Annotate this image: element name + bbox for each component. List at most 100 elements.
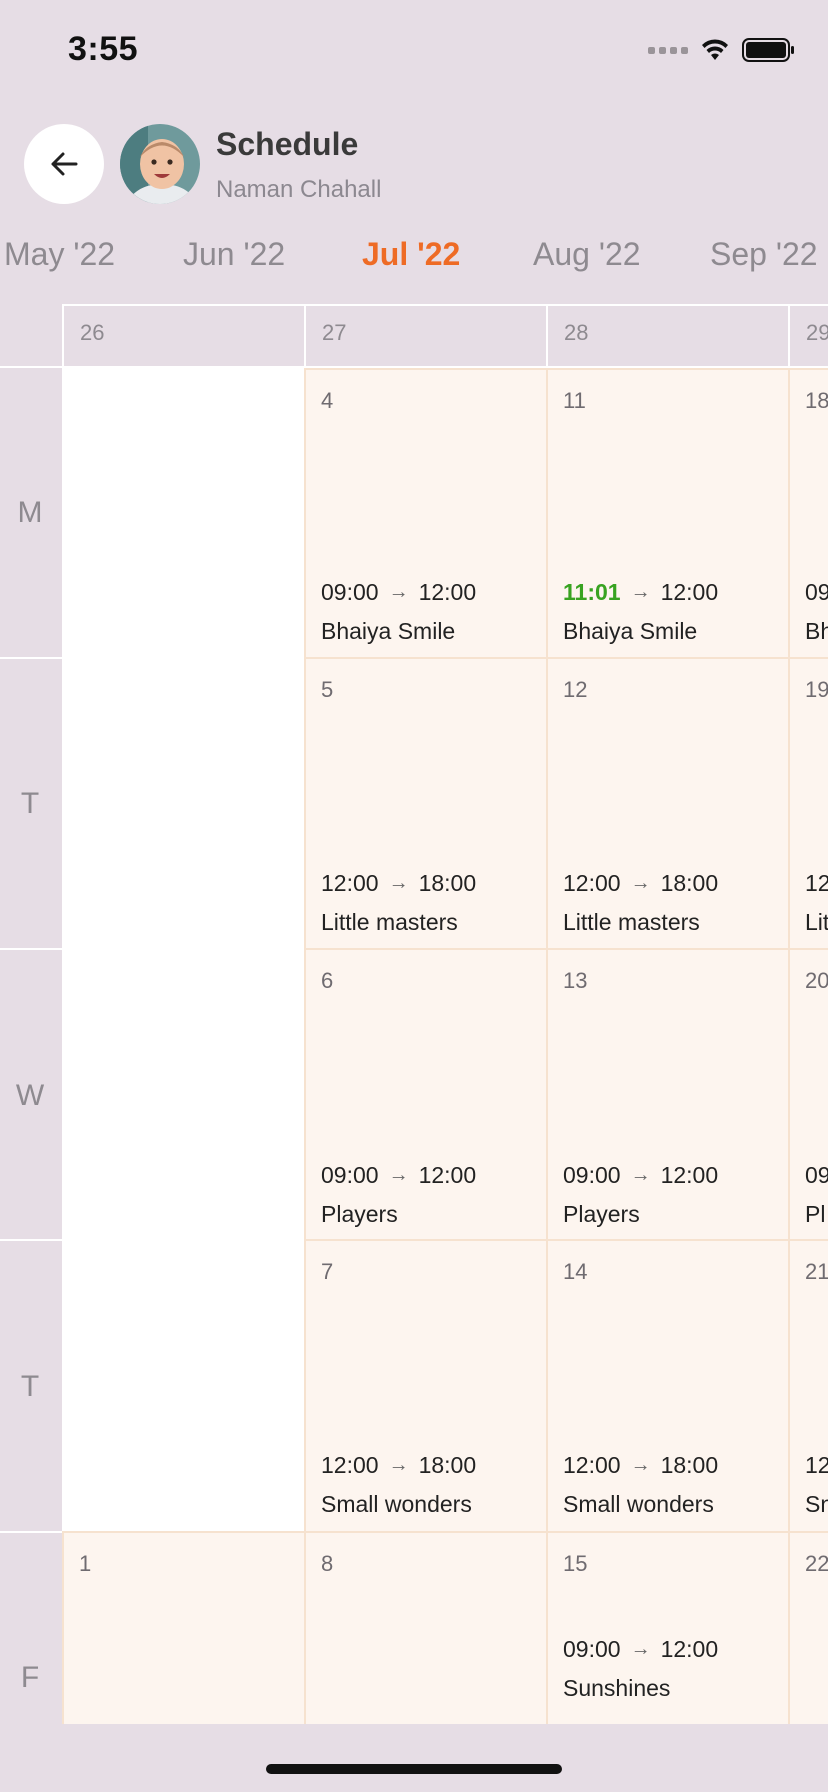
week-label-27: 27 (322, 320, 347, 345)
day-label-thursday: T (20, 1370, 40, 1403)
date-number: 6 (321, 968, 334, 993)
day-cell[interactable]: 15 09:00 → 12:00 Sunshines (546, 1531, 788, 1724)
event[interactable]: 12 Lit (805, 867, 828, 938)
date-number: 12 (563, 677, 588, 702)
event-start: 12:00 (321, 869, 379, 896)
event-start: 12:00 (563, 869, 621, 896)
event-start: 11:01 (563, 578, 621, 605)
tab-month-sep[interactable]: Sep '22 (710, 236, 818, 273)
schedule-screen: 3:55 Schedule Naman Chahall May '22 Jun … (0, 0, 828, 1792)
battery-icon (742, 38, 794, 62)
date-number: 20 (805, 968, 828, 993)
event[interactable]: 09 Bh (805, 576, 828, 647)
empty-days (64, 368, 304, 1531)
tab-month-aug[interactable]: Aug '22 (533, 236, 641, 273)
week-label-28: 28 (564, 320, 589, 345)
event-start: 09:00 (321, 578, 379, 605)
event-start: 09:00 (563, 1161, 621, 1188)
event-end: 12:00 (660, 1635, 719, 1662)
arrow-right-icon: → (630, 580, 651, 603)
week-label-26: 26 (80, 320, 105, 345)
event-end: 12:00 (418, 578, 477, 605)
day-cell[interactable]: 14 12:00 → 18:00 Small wonders (546, 1239, 788, 1531)
day-cell[interactable]: 6 09:00 → 12:00 Players (304, 948, 546, 1239)
day-cell[interactable]: 12 12:00 → 18:00 Little masters (546, 657, 788, 948)
event-name: Small wonders (321, 1491, 472, 1517)
event-name: Pl (805, 1201, 826, 1227)
day-cell[interactable]: 11 11:01 → 12:00 Bhaiya Smile (546, 368, 788, 657)
event-start: 12 (805, 869, 828, 896)
day-cell[interactable]: 20 09 Pl (788, 948, 828, 1239)
arrow-right-icon: → (388, 1453, 409, 1476)
arrow-right-icon: → (630, 871, 651, 894)
arrow-right-icon: → (630, 1453, 651, 1476)
event-name: Bh (805, 618, 828, 644)
event-name: Players (563, 1201, 640, 1227)
arrow-left-icon (51, 152, 78, 176)
event-name: Bhaiya Smile (563, 618, 698, 644)
event[interactable]: 11:01 → 12:00 Bhaiya Smile (563, 576, 718, 647)
tab-month-jul[interactable]: Jul '22 (362, 236, 460, 273)
event[interactable]: 12 Sn (805, 1449, 828, 1520)
event-name: Players (321, 1201, 398, 1227)
day-cell[interactable]: 18 09 Bh (788, 368, 828, 657)
date-number: 7 (321, 1259, 334, 1284)
event[interactable]: 09:00 → 12:00 Sunshines (563, 1633, 718, 1704)
day-cell[interactable]: 22 (788, 1531, 828, 1724)
event-name: Sn (805, 1491, 828, 1517)
event-end: 18:00 (418, 869, 477, 896)
event-end: 18:00 (660, 1451, 719, 1478)
event[interactable]: 09:00 → 12:00 Bhaiya Smile (321, 576, 476, 647)
event-start: 12:00 (321, 1451, 379, 1478)
tab-month-may[interactable]: May '22 (4, 236, 115, 273)
event-name: Lit (805, 909, 828, 935)
event-name: Little masters (321, 909, 458, 935)
arrow-right-icon: → (630, 1637, 651, 1660)
day-cell[interactable]: 1 (62, 1531, 304, 1724)
event-end: 12:00 (660, 1161, 719, 1188)
home-indicator[interactable] (266, 1764, 562, 1774)
day-cell[interactable]: 4 09:00 → 12:00 Bhaiya Smile (304, 368, 546, 657)
event-end: 12:00 (660, 578, 719, 605)
event-end: 18:00 (418, 1451, 477, 1478)
event[interactable]: 12:00 → 18:00 Small wonders (321, 1449, 476, 1520)
arrow-right-icon: → (630, 1163, 651, 1186)
event-start: 09 (805, 578, 828, 605)
event[interactable]: 09:00 → 12:00 Players (563, 1159, 718, 1230)
date-number: 15 (563, 1551, 588, 1576)
day-label-tuesday: T (20, 787, 40, 820)
event[interactable]: 12:00 → 18:00 Little masters (563, 867, 718, 938)
tab-month-jun[interactable]: Jun '22 (183, 236, 285, 273)
week-label-29: 29 (806, 320, 828, 345)
wifi-icon (702, 39, 728, 60)
date-number: 4 (321, 388, 334, 413)
day-label-monday: M (17, 496, 43, 529)
event[interactable]: 09:00 → 12:00 Players (321, 1159, 476, 1230)
event-start: 12 (805, 1451, 828, 1478)
date-number: 1 (79, 1551, 92, 1576)
event-name: Bhaiya Smile (321, 618, 456, 644)
day-cell[interactable]: 13 09:00 → 12:00 Players (546, 948, 788, 1239)
day-cell[interactable]: 5 12:00 → 18:00 Little masters (304, 657, 546, 948)
date-number: 8 (321, 1551, 334, 1576)
cellular-signal-icon (648, 46, 688, 54)
day-cell[interactable]: 19 12 Lit (788, 657, 828, 948)
arrow-right-icon: → (388, 871, 409, 894)
day-cell[interactable]: 8 (304, 1531, 546, 1724)
date-number: 19 (805, 677, 828, 702)
event-name: Small wonders (563, 1491, 714, 1517)
back-button[interactable] (24, 124, 104, 204)
arrow-right-icon: → (388, 580, 409, 603)
event-end: 18:00 (660, 869, 719, 896)
event-name: Sunshines (563, 1675, 671, 1701)
day-label-friday: F (20, 1661, 40, 1694)
day-label-wednesday: W (15, 1079, 45, 1112)
day-cell[interactable]: 7 12:00 → 18:00 Small wonders (304, 1239, 546, 1531)
event[interactable]: 09 Pl (805, 1159, 828, 1230)
status-icons (648, 36, 796, 64)
event[interactable]: 12:00 → 18:00 Little masters (321, 867, 476, 938)
day-cell[interactable]: 21 12 Sn (788, 1239, 828, 1531)
event[interactable]: 12:00 → 18:00 Small wonders (563, 1449, 718, 1520)
event-start: 09:00 (321, 1161, 379, 1188)
page-title: Schedule (216, 126, 359, 162)
